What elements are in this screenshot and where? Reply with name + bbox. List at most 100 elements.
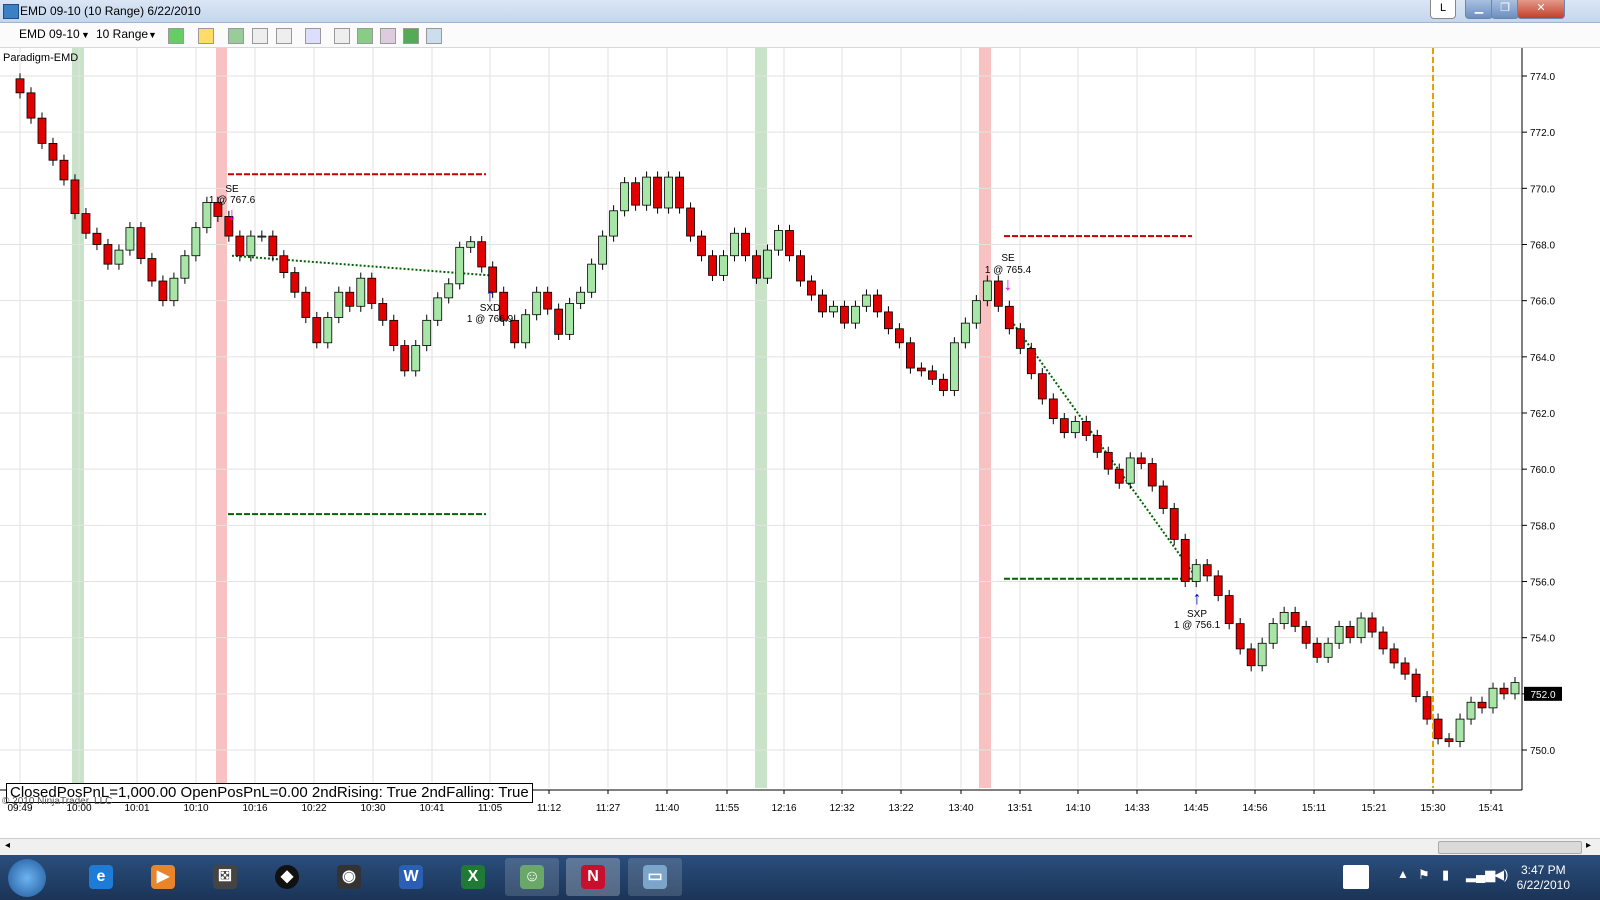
candle-body	[741, 232, 750, 257]
interval-selector[interactable]: 10 Range	[96, 27, 148, 41]
indicators-icon[interactable]	[357, 28, 373, 44]
candle-body	[26, 92, 36, 119]
power-icon[interactable]: ▮	[1442, 867, 1449, 883]
taskbar-app[interactable]: ◆	[260, 858, 314, 896]
y-tick-label: 758.0	[1530, 521, 1555, 532]
candle-body	[763, 249, 772, 279]
interval-dropdown-icon[interactable]: ▼	[148, 30, 157, 40]
candle-body	[158, 280, 168, 302]
taskbar-ninjatrader[interactable]: N	[566, 858, 620, 896]
candle-body	[1466, 701, 1476, 720]
candle-body	[1235, 623, 1245, 650]
x-tick-label: 14:33	[1124, 803, 1149, 814]
candle-body	[927, 370, 937, 380]
x-tick-label: 11:05	[478, 803, 503, 814]
candle-body	[279, 255, 289, 273]
strategies-icon[interactable]	[380, 28, 396, 44]
close-button[interactable]: ✕	[1517, 0, 1565, 19]
candle-body	[708, 255, 717, 276]
taskbar-word[interactable]: W	[384, 858, 438, 896]
candle-body	[1125, 457, 1135, 484]
x-tick-label: 14:56	[1242, 803, 1267, 814]
system-clock[interactable]: 3:47 PM 6/22/2010	[1517, 863, 1570, 893]
candle-body	[147, 258, 157, 282]
scroll-thumb[interactable]	[1438, 841, 1582, 854]
candle-body	[1169, 508, 1179, 540]
clock-date: 6/22/2010	[1516, 878, 1570, 892]
horizontal-scrollbar[interactable]: ◂ ▸	[0, 838, 1600, 855]
taskbar-ie[interactable]: e	[74, 858, 128, 896]
show-hidden-icons[interactable]: ▲	[1397, 867, 1409, 881]
properties-icon[interactable]	[334, 28, 350, 44]
maximize-button[interactable]: ❐	[1491, 0, 1519, 19]
drawing-tool-icon[interactable]	[198, 28, 214, 44]
candle-body	[103, 244, 113, 265]
dice-icon: ⚄	[213, 865, 237, 889]
trade-line	[231, 254, 491, 277]
language-indicator[interactable]: L	[1430, 0, 1456, 19]
data-box-icon[interactable]	[426, 28, 442, 44]
candle-body	[598, 235, 608, 265]
candle-body	[323, 317, 333, 344]
candle-body	[1488, 687, 1498, 709]
crosshair-icon[interactable]	[276, 28, 292, 44]
zoom-icon[interactable]	[305, 28, 321, 44]
camera-icon: ◉	[337, 865, 361, 889]
taskbar-dice[interactable]: ⚄	[198, 858, 252, 896]
candle-body	[1444, 738, 1454, 742]
action-center-flag-icon[interactable]: ⚑	[1418, 867, 1430, 883]
scroll-right-icon[interactable]: ▸	[1586, 840, 1591, 851]
start-button[interactable]	[8, 859, 46, 897]
x-tick-label: 13:22	[888, 803, 913, 814]
network-icon[interactable]: ▂▄▆	[1466, 867, 1495, 883]
taskbar-messenger[interactable]: ☺	[505, 858, 559, 896]
short-entry-arrow-icon: ↓	[228, 204, 237, 224]
volume-icon[interactable]: ◀)	[1494, 867, 1508, 883]
instrument-dropdown-icon[interactable]: ▼	[81, 30, 90, 40]
candle-body	[686, 207, 695, 237]
candle-body	[609, 210, 619, 237]
candle-body	[895, 328, 904, 344]
bg-band-green	[755, 48, 767, 788]
app-icon	[3, 4, 19, 19]
candle-body	[1312, 642, 1322, 658]
candle-body	[1202, 564, 1212, 577]
exit-arrow-icon: ↑	[486, 285, 495, 305]
x-tick-label: 12:32	[829, 803, 854, 814]
scroll-left-icon[interactable]: ◂	[5, 840, 10, 851]
candle-body	[246, 235, 256, 257]
candle-body	[1422, 696, 1432, 720]
instrument-selector[interactable]: EMD 09-10	[19, 27, 80, 41]
candle-body	[1400, 662, 1410, 675]
taskbar-media[interactable]: ▶	[136, 858, 190, 896]
candle-body	[653, 176, 662, 209]
add-indicator-icon[interactable]	[228, 28, 244, 44]
window-titlebar: EMD 09-10 (10 Range) 6/22/2010 L ▁ ❐ ✕	[0, 0, 1600, 23]
windows-taskbar: e ▶ ⚄ ◆ ◉ W X ☺ N ▭ ▲ ⚑ ▮ ▂▄▆ ◀) 3:47 PM…	[0, 855, 1600, 900]
bar-type-icon[interactable]	[168, 28, 184, 44]
taskbar-camera[interactable]: ◉	[322, 858, 376, 896]
candle-body	[884, 311, 893, 330]
x-tick-label: 10:10	[183, 803, 208, 814]
taskbar-excel[interactable]: X	[446, 858, 500, 896]
candle-body	[1147, 463, 1157, 487]
candle-body	[477, 241, 487, 268]
notes-icon[interactable]	[1343, 865, 1369, 889]
candle-body	[1092, 435, 1102, 453]
x-tick-label: 13:51	[1007, 803, 1032, 814]
candle-body	[1510, 682, 1520, 695]
candle-body	[631, 182, 640, 206]
candle-body	[257, 235, 267, 238]
y-tick-label: 762.0	[1530, 409, 1555, 420]
candle-body	[949, 342, 959, 391]
pin-icon[interactable]	[252, 28, 268, 44]
taskbar-window[interactable]: ▭	[628, 858, 682, 896]
candle-body	[1279, 611, 1289, 625]
candle-body	[290, 272, 300, 293]
candle-body	[521, 314, 531, 344]
price-chart[interactable]: 774.0 772.0 770.0 768.0 766.0 764.0 762.0 760.0…	[0, 48, 1600, 838]
chart-toolbar: EMD 09-10 ▼ 10 Range ▼	[0, 23, 1600, 48]
candle-body	[1070, 421, 1080, 434]
chart-trader-icon[interactable]	[403, 28, 419, 44]
minimize-button[interactable]: ▁	[1465, 0, 1493, 19]
